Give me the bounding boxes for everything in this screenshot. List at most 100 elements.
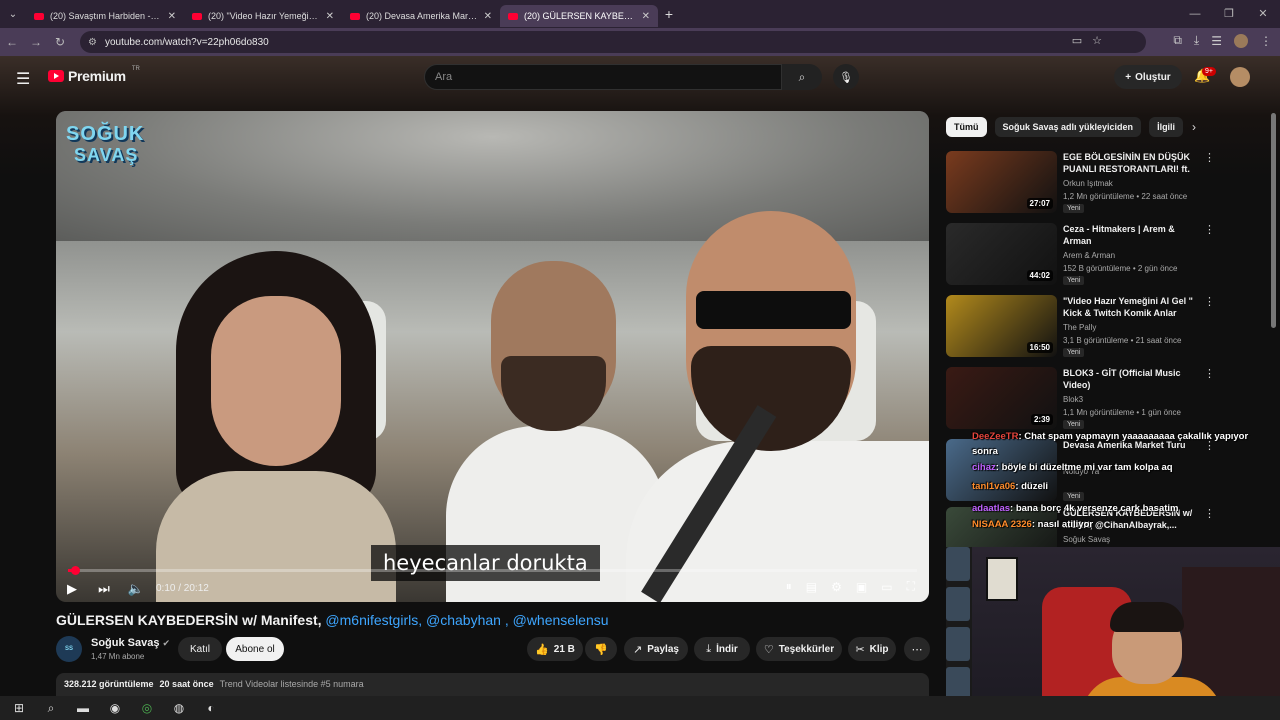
more-vertical-icon[interactable]: ⋮ — [1204, 223, 1215, 236]
chip-related[interactable]: İlgili — [1149, 117, 1184, 137]
mention-link[interactable]: @chabyhan — [426, 612, 501, 628]
like-button[interactable]: 👍 21 B — [527, 637, 583, 661]
tab-search-icon[interactable]: ⌄ — [0, 0, 26, 28]
chip-from-uploader[interactable]: Soğuk Savaş adlı yükleyiciden — [994, 117, 1142, 137]
chat-message: NISAAA 2326: nasıl atiliyor — [972, 519, 1094, 530]
video-thumbnail[interactable]: 44:02 — [946, 223, 1057, 285]
play-icon[interactable]: ▶ — [56, 581, 88, 597]
recommendation-item[interactable]: 16:50 "Video Hazır Yemeğini Al Gel " Kic… — [946, 295, 1266, 361]
chip-all[interactable]: Tümü — [946, 117, 987, 137]
new-badge: Yeni — [1063, 204, 1085, 213]
recommendation-title[interactable]: BLOK3 - GİT (Official Music Video) — [1063, 367, 1199, 391]
dislike-button[interactable]: 👎 — [585, 637, 617, 661]
volume-icon[interactable]: 🔈 — [120, 581, 152, 597]
recommendation-channel[interactable]: The Pally — [1063, 323, 1096, 332]
minimize-icon[interactable]: — — [1178, 0, 1212, 28]
user-avatar[interactable] — [1230, 67, 1250, 87]
clip-button[interactable]: ✂ Klip — [848, 637, 896, 661]
duration-badge: 16:50 — [1026, 342, 1053, 353]
video-player[interactable]: SOĞUK SAVAŞ heyecanlar dorukta ▶ ⏭ 🔈 0:1… — [56, 111, 929, 602]
chevron-right-icon[interactable]: › — [1192, 120, 1196, 134]
mention-link[interactable]: @m6nifestgirls — [325, 612, 418, 628]
recommendation-title[interactable]: "Video Hazır Yemeğini Al Gel " Kick & Tw… — [1063, 295, 1199, 319]
search-input[interactable]: Ara — [424, 64, 782, 90]
recommendation-item[interactable]: 27:07 EGE BÖLGESİNİN EN DÜŞÜK PUANLI RES… — [946, 151, 1266, 217]
taskbar-search-icon[interactable]: ⌕ — [40, 698, 62, 718]
hamburger-menu-icon[interactable]: ☰ — [16, 69, 30, 89]
recommendation-channel[interactable]: Blok3 — [1063, 395, 1083, 404]
browser-tab[interactable]: (20) "Video Hazır Yemeğini Al G ✕ — [184, 5, 342, 27]
join-button[interactable]: Katıl — [178, 637, 222, 661]
progress-bar[interactable] — [68, 566, 917, 575]
profile-avatar[interactable] — [1234, 33, 1248, 48]
settings-gear-icon[interactable]: ⚙ — [831, 580, 842, 594]
share-button[interactable]: ↗ Paylaş — [624, 637, 688, 661]
cast-icon[interactable]: ▭ — [1072, 34, 1082, 47]
video-thumbnail[interactable]: 27:07 — [946, 151, 1057, 213]
recommendation-item[interactable]: 44:02 Ceza - Hitmakers | Arem & Arman Ar… — [946, 223, 1266, 289]
recommendation-title[interactable]: Ceza - Hitmakers | Arem & Arman — [1063, 223, 1199, 247]
next-video-icon[interactable]: ⏭ — [88, 581, 120, 597]
discord-icon[interactable]: ◍ — [168, 698, 190, 718]
close-tab-icon[interactable]: ✕ — [326, 11, 334, 22]
page-scrollbar[interactable] — [1271, 113, 1276, 328]
reading-list-icon[interactable]: ☰ — [1211, 34, 1222, 48]
more-actions-button[interactable]: ⋯ — [904, 637, 930, 661]
miniplayer-icon[interactable]: ▣ — [856, 580, 867, 594]
close-window-icon[interactable]: ✕ — [1246, 0, 1280, 28]
more-vertical-icon[interactable]: ⋮ — [1204, 295, 1215, 308]
close-tab-icon[interactable]: ✕ — [484, 11, 492, 22]
channel-avatar[interactable]: SS — [56, 636, 82, 662]
youtube-logo[interactable]: Premium TR — [48, 66, 140, 84]
close-tab-icon[interactable]: ✕ — [168, 11, 176, 22]
subtitles-icon[interactable]: ▤ — [806, 580, 817, 594]
create-button[interactable]: + Oluştur — [1114, 65, 1182, 89]
recommendation-item[interactable]: 2:39 BLOK3 - GİT (Official Music Video) … — [946, 367, 1266, 433]
recommendation-title[interactable]: EGE BÖLGESİNİN EN DÜŞÜK PUANLI RESTORANT… — [1063, 151, 1199, 175]
chrome-icon[interactable]: ◎ — [136, 698, 158, 718]
forward-icon[interactable]: → — [24, 35, 48, 49]
fullscreen-icon[interactable]: ⛶ — [907, 579, 915, 594]
reload-icon[interactable]: ↻ — [48, 35, 72, 49]
search-icon: ⌕ — [798, 69, 806, 84]
new-badge: Yeni — [1063, 348, 1085, 357]
close-tab-icon[interactable]: ✕ — [642, 11, 650, 22]
browser-tab[interactable]: (20) Savaştım Harbiden - Zeyne ✕ — [26, 5, 184, 27]
recommendation-meta: 1,2 Mn görüntüleme • 22 saat önce — [1063, 192, 1188, 201]
subscribe-button[interactable]: Abone ol — [226, 637, 284, 661]
description-box[interactable]: 328.212 görüntüleme 20 saat önce Trend V… — [56, 673, 929, 696]
chrome-menu-icon[interactable]: ⋮ — [1260, 34, 1272, 48]
back-icon[interactable]: ← — [0, 35, 24, 49]
recommendation-channel[interactable]: Arem & Arman — [1063, 251, 1115, 260]
download-button[interactable]: ⤓ İndir — [694, 637, 750, 661]
video-thumbnail[interactable]: 2:39 — [946, 367, 1057, 429]
thanks-button[interactable]: ♡ Teşekkürler — [756, 637, 842, 661]
extensions-puzzle-icon[interactable]: ⧉ — [1173, 33, 1182, 48]
progress-scrubber[interactable] — [70, 566, 80, 575]
channel-name[interactable]: Soğuk Savaş ✔ — [91, 637, 170, 649]
search-button[interactable]: ⌕ — [782, 64, 822, 90]
maximize-icon[interactable]: ❐ — [1212, 0, 1246, 28]
theater-mode-icon[interactable]: ▭ — [881, 580, 892, 594]
video-thumbnail[interactable]: 16:50 — [946, 295, 1057, 357]
browser-tab-active[interactable]: (20) GÜLERSEN KAYBEDERSİN w ✕ — [500, 5, 658, 27]
address-bar[interactable]: ⚙ youtube.com/watch?v=22ph06do830 — [80, 31, 1146, 53]
new-badge: Yeni — [1063, 276, 1085, 285]
thumbs-up-icon: 👍 — [535, 643, 549, 656]
autoplay-toggle-icon[interactable]: ⏸ — [786, 579, 792, 594]
download-icon[interactable]: ⤓ — [1194, 33, 1199, 48]
more-vertical-icon[interactable]: ⋮ — [1204, 367, 1215, 380]
voice-search-button[interactable]: 🎙 — [833, 64, 859, 90]
more-vertical-icon[interactable]: ⋮ — [1204, 151, 1215, 164]
new-tab-button[interactable]: + — [658, 6, 680, 22]
windows-start-icon[interactable]: ⊞ — [8, 698, 30, 718]
mention-link[interactable]: @whenselensu — [513, 612, 609, 628]
site-info-icon[interactable]: ⚙ — [88, 37, 97, 48]
file-explorer-icon[interactable]: ▬ — [72, 698, 94, 718]
recommendation-channel[interactable]: Orkun Işıtmak — [1063, 179, 1113, 188]
obs-icon[interactable]: ◐ — [200, 698, 222, 718]
app-icon[interactable]: ◉ — [104, 698, 126, 718]
browser-tab[interactable]: (20) Devasa Amerika Market Tu ✕ — [342, 5, 500, 27]
duration-badge: 2:39 — [1030, 414, 1053, 425]
bookmark-star-icon[interactable]: ☆ — [1092, 34, 1102, 47]
